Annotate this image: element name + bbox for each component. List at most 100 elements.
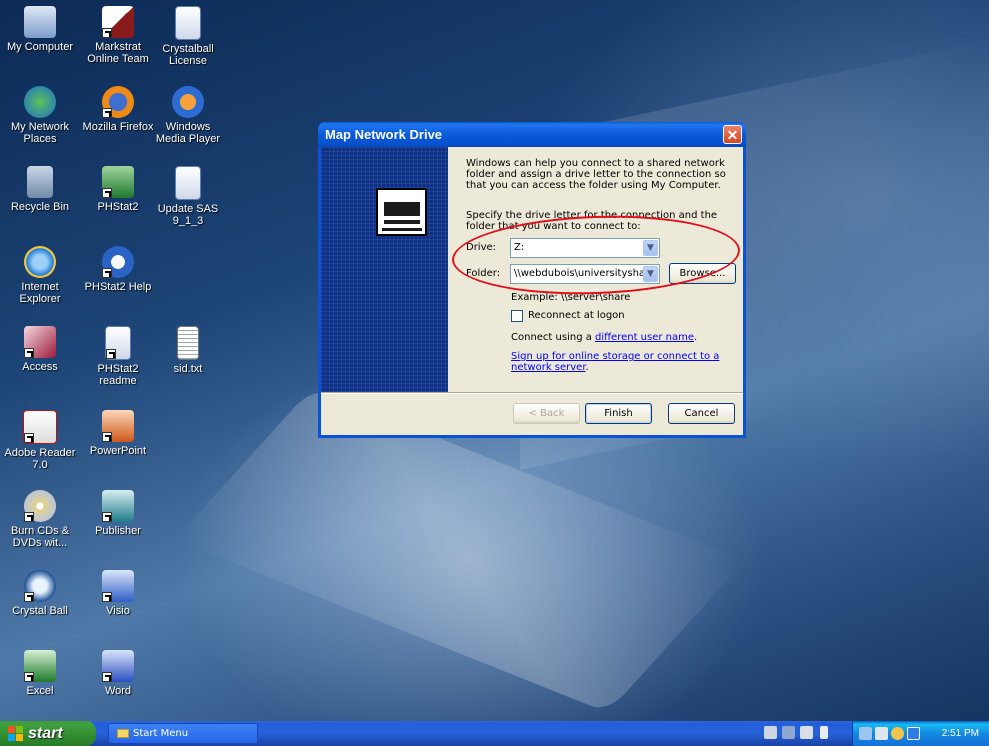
different-user-name-link[interactable]: different user name (595, 332, 694, 343)
pen-icon[interactable] (764, 726, 777, 739)
tray-network-icon[interactable] (859, 727, 872, 740)
desktop-icon-label: Update SAS 9_1_3 (157, 203, 219, 227)
network-places-icon (24, 86, 56, 118)
dialog-title: Map Network Drive (325, 127, 443, 142)
desktop-icon-network-places[interactable]: My Network Places (2, 86, 78, 145)
desktop-icon-label: PHStat2 readme (97, 363, 139, 387)
desktop-icon-label: Recycle Bin (10, 201, 70, 213)
recycle-bin-icon (27, 166, 53, 198)
publisher-icon (102, 490, 134, 522)
signup-online-storage-link[interactable]: Sign up for online storage or connect to… (511, 351, 719, 373)
back-button[interactable]: < Back (513, 403, 580, 424)
intro-text: Windows can help you connect to a shared… (466, 158, 726, 191)
desktop-icon-label: Access (22, 361, 58, 373)
internet-explorer-icon (24, 246, 56, 278)
connect-using-suffix: . (694, 332, 698, 343)
dialog-titlebar[interactable]: Map Network Drive ✕ (318, 122, 746, 147)
cancel-button[interactable]: Cancel (668, 403, 735, 424)
desktop-icon-crystal-ball[interactable]: Crystal Ball (2, 570, 78, 617)
tray-volume-icon[interactable] (891, 727, 904, 740)
chevron-icon[interactable] (820, 726, 828, 739)
desktop-icon-access[interactable]: Access (2, 326, 78, 373)
tray-user-icon[interactable] (875, 727, 888, 740)
desktop-icon-label: My Network Places (10, 121, 70, 145)
close-button[interactable]: ✕ (723, 125, 742, 144)
phstat-icon (102, 166, 134, 198)
desktop-icon-label: PHStat2 Help (84, 281, 152, 293)
media-player-icon (172, 86, 204, 118)
desktop-icon-adobe-reader[interactable]: Adobe Reader 7.0 (2, 410, 78, 471)
desktop-icon-visio[interactable]: Visio (80, 570, 156, 617)
desktop-icon-label: My Computer (6, 41, 74, 53)
burn-cd-icon (24, 490, 56, 522)
desktop-icon-media-player[interactable]: Windows Media Player (150, 86, 226, 145)
desktop-icon-label: Excel (26, 685, 54, 697)
visio-icon (102, 570, 134, 602)
desktop-icon-markstrat[interactable]: Markstrat Online Team (80, 6, 156, 65)
desktop-icon-powerpoint[interactable]: PowerPoint (80, 410, 156, 457)
desktop-icon-label: Word (104, 685, 132, 697)
help-icon (102, 246, 134, 278)
desktop-icon-burn-cds[interactable]: Burn CDs & DVDs wit... (2, 490, 78, 549)
quick-launch-area (764, 726, 844, 741)
desktop-icon-label: Adobe Reader 7.0 (4, 447, 76, 471)
desktop-icon-label: Internet Explorer (19, 281, 61, 305)
word-doc-icon (105, 326, 131, 360)
finish-button[interactable]: Finish (585, 403, 652, 424)
desktop-icon-word[interactable]: Word (80, 650, 156, 697)
desktop-icon-phstat2[interactable]: PHStat2 (80, 166, 156, 213)
close-icon: ✕ (726, 127, 739, 143)
help-icon[interactable] (800, 726, 813, 739)
desktop-icon-label: PowerPoint (89, 445, 147, 457)
reconnect-checkbox[interactable] (511, 310, 523, 322)
network-drive-icon (376, 188, 427, 236)
adobe-reader-icon (23, 410, 57, 444)
desktop-icon-publisher[interactable]: Publisher (80, 490, 156, 537)
excel-icon (24, 650, 56, 682)
clock[interactable]: 2:51 PM (942, 721, 979, 746)
word-icon (102, 650, 134, 682)
taskbar: start Start Menu 2:51 PM (0, 721, 989, 746)
windows-logo-icon (8, 726, 23, 741)
desktop-icon-label: Crystalball License (162, 43, 214, 67)
desktop-icon-phstat2-readme[interactable]: PHStat2 readme (80, 326, 156, 387)
reconnect-label: Reconnect at logon (528, 310, 625, 321)
connect-using-text: Connect using a different user name. (511, 332, 697, 343)
desktop-icon-firefox[interactable]: Mozilla Firefox (80, 86, 156, 133)
powerpoint-icon (102, 410, 134, 442)
system-tray: 2:51 PM (852, 721, 989, 746)
desktop-icon-phstat2-help[interactable]: PHStat2 Help (80, 246, 156, 293)
desktop-icon-my-computer[interactable]: My Computer (2, 6, 78, 53)
desktop-icon-excel[interactable]: Excel (2, 650, 78, 697)
signup-suffix: . (585, 362, 589, 373)
markstrat-icon (102, 6, 134, 38)
desktop-icon-label: Publisher (95, 525, 141, 537)
start-label: start (28, 725, 63, 742)
desktop-icon-recycle-bin[interactable]: Recycle Bin (2, 166, 78, 213)
desktop-icon-label: sid.txt (173, 363, 203, 375)
firefox-icon (102, 86, 134, 118)
tray-monitor-icon[interactable] (907, 727, 920, 740)
desktop-icon-label: Mozilla Firefox (82, 121, 154, 133)
desktop-icon-label: Crystal Ball (12, 605, 68, 617)
access-icon (24, 326, 56, 358)
word-doc-icon (175, 6, 201, 40)
desktop-icon-label: Visio (106, 605, 130, 617)
connect-using-prefix: Connect using a (511, 332, 596, 343)
my-computer-icon (24, 6, 56, 38)
text-file-icon (177, 326, 199, 360)
word-doc-icon (175, 166, 201, 200)
desktop-icon-internet-explorer[interactable]: Internet Explorer (2, 246, 78, 305)
desktop-icon-update-sas[interactable]: Update SAS 9_1_3 (150, 166, 226, 227)
crystal-ball-icon (24, 570, 56, 602)
network-icon[interactable] (782, 726, 795, 739)
dialog-separator (321, 392, 743, 394)
desktop-icon-label: Markstrat Online Team (87, 41, 149, 65)
desktop-icon-crystalball-license[interactable]: Crystalball License (150, 6, 226, 67)
desktop-icon-sid-txt[interactable]: sid.txt (150, 326, 226, 375)
taskbar-button-label: Start Menu (133, 728, 189, 739)
taskbar-button-start-menu[interactable]: Start Menu (108, 723, 258, 744)
start-button[interactable]: start (0, 721, 96, 746)
wizard-side-panel (321, 147, 448, 392)
desktop-icon-label: Windows Media Player (155, 121, 221, 145)
